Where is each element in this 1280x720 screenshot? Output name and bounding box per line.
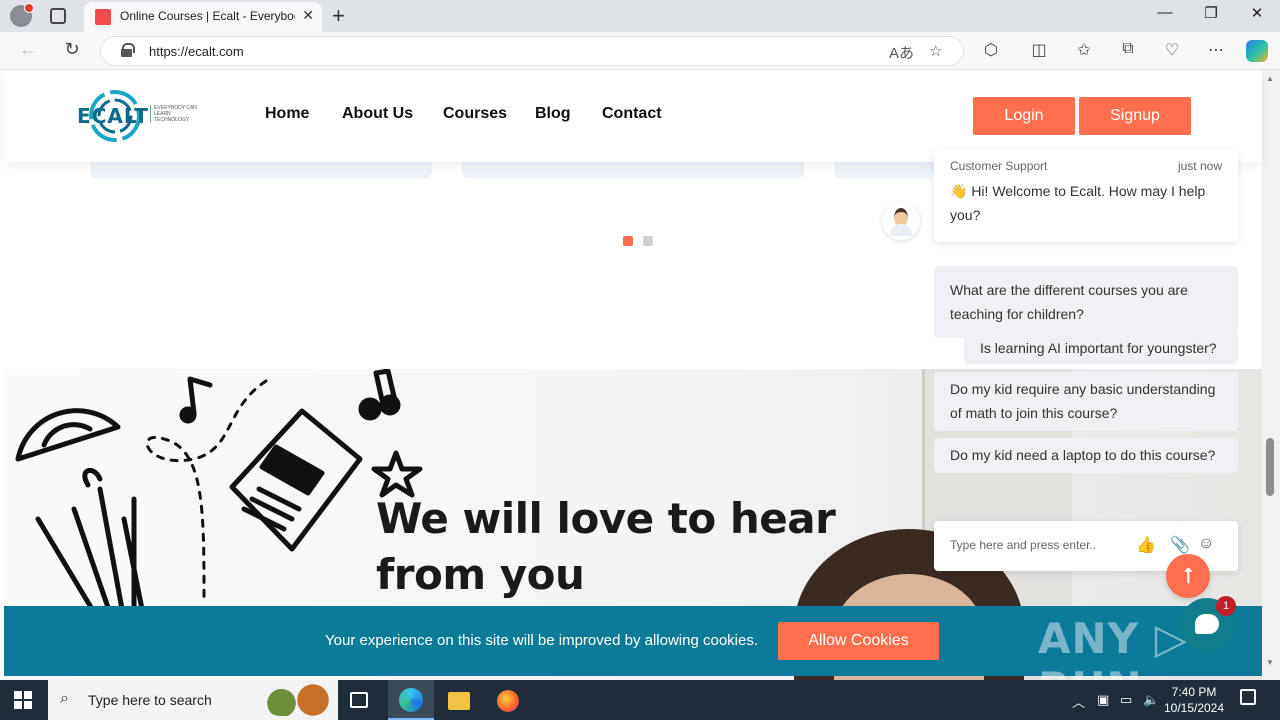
nav-about-us[interactable]: About Us bbox=[342, 105, 413, 123]
scroll-down-arrow-icon[interactable]: ▼ bbox=[1266, 658, 1274, 667]
taskbar-clock[interactable]: 7:40 PM 10/15/2024 bbox=[1163, 684, 1225, 716]
lock-icon[interactable] bbox=[121, 43, 135, 57]
browser-toolbar: ← ↻ https://ecalt.com Aあ ☆ ⬡ ◫ ✩ ⧉ ♡ ⋯ bbox=[0, 32, 1280, 70]
tab-favicon-icon bbox=[95, 9, 111, 25]
browser-tab-active[interactable]: Online Courses | Ecalt - Everybody Can L… bbox=[84, 2, 322, 32]
windows-taskbar: ⌕ Type here to search ︿ ▣ ▭ 🔈 7:40 PM 10… bbox=[0, 680, 1280, 720]
taskbar-edge-active[interactable] bbox=[388, 680, 434, 720]
close-window-button[interactable]: ✕ bbox=[1242, 4, 1272, 22]
scrollbar-thumb[interactable] bbox=[1266, 438, 1274, 496]
chat-unread-badge: 1 bbox=[1216, 596, 1236, 616]
course-card-peek bbox=[462, 160, 804, 178]
nav-courses[interactable]: Courses bbox=[443, 105, 507, 123]
scroll-to-top-button[interactable]: ⭡ bbox=[1166, 554, 1210, 598]
favorite-star-icon[interactable]: ☆ bbox=[929, 42, 942, 60]
url-text[interactable]: https://ecalt.com bbox=[149, 44, 244, 59]
clock-date: 10/15/2024 bbox=[1163, 701, 1225, 715]
tab-title: Online Courses | Ecalt - Everybody Can L… bbox=[120, 9, 295, 23]
login-button[interactable]: Login bbox=[973, 97, 1075, 135]
ecalt-logo[interactable]: ECALT EVERYBODY CAN LEARN TECHNOLOGY bbox=[77, 86, 197, 146]
chat-quick-reply[interactable]: What are the different courses you are t… bbox=[934, 266, 1238, 338]
site-header: ECALT EVERYBODY CAN LEARN TECHNOLOGY Hom… bbox=[4, 70, 1262, 162]
edge-browser-icon bbox=[399, 688, 423, 712]
search-icon: ⌕ bbox=[60, 690, 69, 707]
carousel-dot-active[interactable] bbox=[623, 236, 633, 246]
tab-actions-icon[interactable] bbox=[50, 8, 66, 24]
profile-avatar-icon[interactable] bbox=[10, 3, 34, 27]
network-icon[interactable]: ▣ bbox=[1097, 692, 1109, 708]
chat-timestamp: just now bbox=[1177, 159, 1222, 173]
volume-icon[interactable]: 🔈 bbox=[1143, 692, 1159, 708]
copilot-icon[interactable] bbox=[1246, 40, 1268, 62]
support-agent-avatar bbox=[882, 202, 920, 240]
chat-sender: Customer Support bbox=[950, 159, 1048, 173]
chat-welcome-message: Customer Support just now 👋 Hi! Welcome … bbox=[934, 150, 1238, 242]
scroll-up-arrow-icon[interactable]: ▲ bbox=[1266, 74, 1274, 83]
address-bar[interactable]: https://ecalt.com Aあ ☆ bbox=[100, 36, 964, 66]
restore-button[interactable]: ❐ bbox=[1196, 4, 1226, 22]
read-aloud-icon[interactable]: Aあ bbox=[889, 42, 914, 63]
display-icon[interactable]: ▭ bbox=[1120, 692, 1132, 708]
browser-title-bar: Online Courses | Ecalt - Everybody Can L… bbox=[0, 0, 1280, 32]
windows-start-icon[interactable] bbox=[14, 691, 32, 709]
allow-cookies-button[interactable]: Allow Cookies bbox=[778, 622, 939, 660]
chat-input-placeholder[interactable]: Type here and press enter.. bbox=[950, 538, 1096, 552]
logo-text: ECALT bbox=[77, 104, 149, 128]
carousel-dot[interactable] bbox=[643, 236, 653, 246]
logo-tagline: EVERYBODY CAN LEARN TECHNOLOGY bbox=[150, 105, 198, 123]
refresh-icon[interactable]: ↻ bbox=[60, 39, 84, 60]
search-highlight-illustration bbox=[264, 684, 334, 716]
nav-contact[interactable]: Contact bbox=[602, 105, 662, 123]
tray-overflow-icon[interactable]: ︿ bbox=[1072, 692, 1085, 711]
taskbar-search-box[interactable]: ⌕ Type here to search bbox=[48, 680, 338, 720]
nav-home[interactable]: Home bbox=[265, 105, 309, 123]
browser-essentials-icon[interactable]: ♡ bbox=[1160, 40, 1184, 60]
taskbar-search-placeholder[interactable]: Type here to search bbox=[88, 692, 212, 708]
chat-quick-reply[interactable]: Do my kid require any basic understandin… bbox=[934, 372, 1238, 431]
cookie-banner: Your experience on this site will be imp… bbox=[4, 606, 1262, 680]
collections-icon[interactable]: ⧉ bbox=[1116, 40, 1140, 58]
chat-greeting: 👋 Hi! Welcome to Ecalt. How may I help y… bbox=[950, 183, 1206, 223]
chat-quick-reply[interactable]: Is learning AI important for youngster? bbox=[964, 332, 1238, 364]
page-viewport: ECALT EVERYBODY CAN LEARN TECHNOLOGY Hom… bbox=[0, 70, 1280, 680]
task-view-icon[interactable] bbox=[350, 692, 368, 708]
file-explorer-icon[interactable] bbox=[448, 692, 470, 710]
page-scrollbar[interactable]: ▲ ▼ bbox=[1262, 70, 1280, 680]
nav-blog[interactable]: Blog bbox=[535, 105, 571, 123]
notification-icon[interactable] bbox=[1240, 689, 1256, 705]
attachment-icon[interactable]: 📎 bbox=[1170, 535, 1190, 555]
tab-close-icon[interactable]: ✕ bbox=[302, 7, 314, 24]
clock-time: 7:40 PM bbox=[1171, 685, 1217, 699]
split-screen-icon[interactable]: ◫ bbox=[1027, 40, 1051, 60]
back-arrow-icon[interactable]: ← bbox=[16, 39, 40, 60]
extensions-icon[interactable]: ⬡ bbox=[979, 40, 1003, 60]
thumbs-up-icon[interactable]: 👍 bbox=[1136, 535, 1156, 555]
more-menu-icon[interactable]: ⋯ bbox=[1204, 40, 1228, 60]
course-card-peek bbox=[90, 160, 432, 178]
favorites-icon[interactable]: ✩ bbox=[1072, 40, 1096, 60]
emoji-icon[interactable]: ☺ bbox=[1198, 535, 1214, 553]
cookie-message: Your experience on this site will be imp… bbox=[325, 632, 759, 649]
signup-button[interactable]: Signup bbox=[1079, 97, 1191, 135]
chat-quick-reply[interactable]: Do my kid need a laptop to do this cours… bbox=[934, 438, 1238, 473]
minimize-button[interactable]: — bbox=[1150, 4, 1180, 21]
firefox-icon[interactable] bbox=[497, 690, 519, 712]
contact-heading: We will love to hear from you bbox=[376, 494, 836, 599]
course-card-peek bbox=[834, 160, 934, 178]
new-tab-button[interactable]: + bbox=[332, 3, 345, 29]
